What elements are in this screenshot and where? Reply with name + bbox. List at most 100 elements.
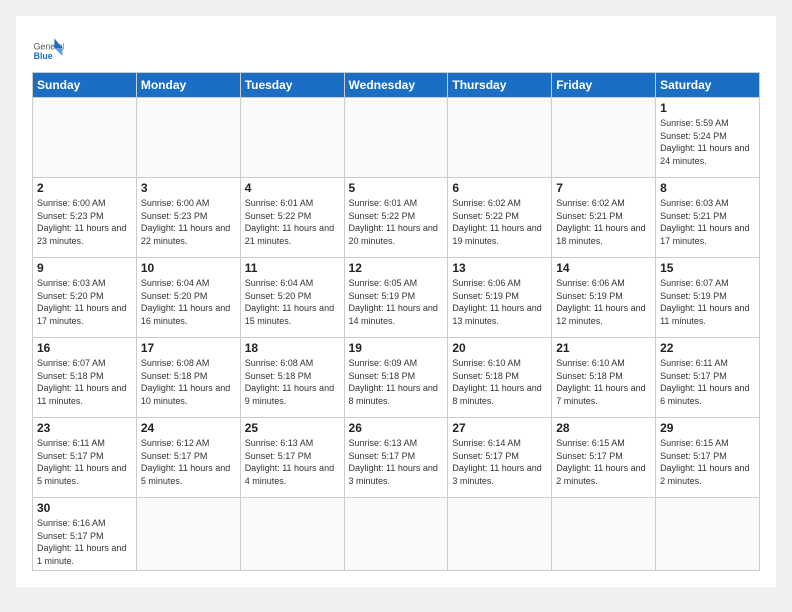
day-number: 6: [452, 181, 547, 195]
day-number: 21: [556, 341, 651, 355]
day-info: Sunrise: 6:16 AM Sunset: 5:17 PM Dayligh…: [37, 517, 132, 567]
day-number: 22: [660, 341, 755, 355]
header: General Blue: [32, 32, 760, 64]
calendar-cell: 6 Sunrise: 6:02 AM Sunset: 5:22 PM Daylig…: [448, 178, 552, 258]
day-number: 11: [245, 261, 340, 275]
calendar-cell: 7 Sunrise: 6:02 AM Sunset: 5:21 PM Daylig…: [552, 178, 656, 258]
day-info: Sunrise: 6:15 AM Sunset: 5:17 PM Dayligh…: [660, 437, 755, 487]
calendar-cell: 30 Sunrise: 6:16 AM Sunset: 5:17 PM Dayli…: [33, 498, 137, 571]
day-info: Sunrise: 6:01 AM Sunset: 5:22 PM Dayligh…: [349, 197, 444, 247]
day-number: 29: [660, 421, 755, 435]
day-info: Sunrise: 6:02 AM Sunset: 5:21 PM Dayligh…: [556, 197, 651, 247]
calendar-cell: 10 Sunrise: 6:04 AM Sunset: 5:20 PM Dayli…: [136, 258, 240, 338]
calendar-cell: [448, 98, 552, 178]
calendar-cell: 23 Sunrise: 6:11 AM Sunset: 5:17 PM Dayli…: [33, 418, 137, 498]
day-info: Sunrise: 6:02 AM Sunset: 5:22 PM Dayligh…: [452, 197, 547, 247]
day-info: Sunrise: 6:11 AM Sunset: 5:17 PM Dayligh…: [37, 437, 132, 487]
calendar-cell: 18Sunrise: 6:08 AM Sunset: 5:18 PM Dayli…: [240, 338, 344, 418]
calendar-cell: 3Sunrise: 6:00 AM Sunset: 5:23 PM Daylig…: [136, 178, 240, 258]
calendar-cell: 28 Sunrise: 6:15 AM Sunset: 5:17 PM Dayli…: [552, 418, 656, 498]
weekday-header-row: SundayMondayTuesdayWednesdayThursdayFrid…: [33, 73, 760, 98]
day-info: Sunrise: 6:09 AM Sunset: 5:18 PM Dayligh…: [349, 357, 444, 407]
day-info: Sunrise: 6:08 AM Sunset: 5:18 PM Dayligh…: [141, 357, 236, 407]
calendar-cell: [240, 498, 344, 571]
weekday-header-saturday: Saturday: [656, 73, 760, 98]
calendar-cell: [136, 498, 240, 571]
day-number: 26: [349, 421, 444, 435]
day-info: Sunrise: 6:13 AM Sunset: 5:17 PM Dayligh…: [349, 437, 444, 487]
svg-text:Blue: Blue: [34, 51, 53, 61]
calendar-cell: 22 Sunrise: 6:11 AM Sunset: 5:17 PM Dayli…: [656, 338, 760, 418]
calendar-cell: 20 Sunrise: 6:10 AM Sunset: 5:18 PM Dayli…: [448, 338, 552, 418]
day-info: Sunrise: 6:14 AM Sunset: 5:17 PM Dayligh…: [452, 437, 547, 487]
calendar-cell: 24 Sunrise: 6:12 AM Sunset: 5:17 PM Dayli…: [136, 418, 240, 498]
day-number: 13: [452, 261, 547, 275]
calendar-cell: 5 Sunrise: 6:01 AM Sunset: 5:22 PM Daylig…: [344, 178, 448, 258]
day-info: Sunrise: 6:13 AM Sunset: 5:17 PM Dayligh…: [245, 437, 340, 487]
day-number: 28: [556, 421, 651, 435]
logo: General Blue: [32, 32, 64, 64]
day-info: Sunrise: 6:15 AM Sunset: 5:17 PM Dayligh…: [556, 437, 651, 487]
day-info: Sunrise: 6:12 AM Sunset: 5:17 PM Dayligh…: [141, 437, 236, 487]
calendar-cell: 17 Sunrise: 6:08 AM Sunset: 5:18 PM Dayli…: [136, 338, 240, 418]
day-number: 7: [556, 181, 651, 195]
day-info: Sunrise: 6:11 AM Sunset: 5:17 PM Dayligh…: [660, 357, 755, 407]
calendar-cell: [344, 98, 448, 178]
day-number: 24: [141, 421, 236, 435]
day-number: 19: [349, 341, 444, 355]
calendar-cell: 1 Sunrise: 5:59 AM Sunset: 5:24 PM Daylig…: [656, 98, 760, 178]
day-info: Sunrise: 6:05 AM Sunset: 5:19 PM Dayligh…: [349, 277, 444, 327]
day-number: 30: [37, 501, 132, 515]
day-info: Sunrise: 6:03 AM Sunset: 5:21 PM Dayligh…: [660, 197, 755, 247]
day-number: 17: [141, 341, 236, 355]
day-info: Sunrise: 6:07 AM Sunset: 5:18 PM Dayligh…: [37, 357, 132, 407]
calendar-cell: [344, 498, 448, 571]
day-info: Sunrise: 6:06 AM Sunset: 5:19 PM Dayligh…: [452, 277, 547, 327]
calendar-cell: 21 Sunrise: 6:10 AM Sunset: 5:18 PM Dayli…: [552, 338, 656, 418]
weekday-header-friday: Friday: [552, 73, 656, 98]
calendar-page: General Blue SundayMondayTuesdayWednesda…: [16, 16, 776, 587]
day-info: Sunrise: 6:10 AM Sunset: 5:18 PM Dayligh…: [452, 357, 547, 407]
calendar-cell: [448, 498, 552, 571]
logo-icon: General Blue: [32, 32, 64, 64]
day-info: Sunrise: 6:06 AM Sunset: 5:19 PM Dayligh…: [556, 277, 651, 327]
day-number: 4: [245, 181, 340, 195]
calendar-cell: 8Sunrise: 6:03 AM Sunset: 5:21 PM Daylig…: [656, 178, 760, 258]
day-number: 2: [37, 181, 132, 195]
day-number: 20: [452, 341, 547, 355]
calendar-cell: 29 Sunrise: 6:15 AM Sunset: 5:17 PM Dayli…: [656, 418, 760, 498]
weekday-header-sunday: Sunday: [33, 73, 137, 98]
calendar-cell: [240, 98, 344, 178]
calendar-cell: 14Sunrise: 6:06 AM Sunset: 5:19 PM Dayli…: [552, 258, 656, 338]
day-number: 9: [37, 261, 132, 275]
day-number: 12: [349, 261, 444, 275]
day-number: 18: [245, 341, 340, 355]
calendar-cell: 19 Sunrise: 6:09 AM Sunset: 5:18 PM Dayli…: [344, 338, 448, 418]
day-number: 10: [141, 261, 236, 275]
day-info: Sunrise: 6:04 AM Sunset: 5:20 PM Dayligh…: [245, 277, 340, 327]
day-number: 23: [37, 421, 132, 435]
weekday-header-monday: Monday: [136, 73, 240, 98]
day-number: 16: [37, 341, 132, 355]
calendar-cell: 12 Sunrise: 6:05 AM Sunset: 5:19 PM Dayli…: [344, 258, 448, 338]
calendar-cell: 13 Sunrise: 6:06 AM Sunset: 5:19 PM Dayli…: [448, 258, 552, 338]
day-info: Sunrise: 6:03 AM Sunset: 5:20 PM Dayligh…: [37, 277, 132, 327]
calendar-cell: [136, 98, 240, 178]
day-info: Sunrise: 6:04 AM Sunset: 5:20 PM Dayligh…: [141, 277, 236, 327]
day-number: 5: [349, 181, 444, 195]
calendar-cell: [552, 98, 656, 178]
calendar-cell: 16 Sunrise: 6:07 AM Sunset: 5:18 PM Dayli…: [33, 338, 137, 418]
weekday-header-thursday: Thursday: [448, 73, 552, 98]
calendar-cell: 4Sunrise: 6:01 AM Sunset: 5:22 PM Daylig…: [240, 178, 344, 258]
calendar-cell: [552, 498, 656, 571]
weekday-header-wednesday: Wednesday: [344, 73, 448, 98]
calendar-cell: 25Sunrise: 6:13 AM Sunset: 5:17 PM Dayli…: [240, 418, 344, 498]
day-info: Sunrise: 5:59 AM Sunset: 5:24 PM Dayligh…: [660, 117, 755, 167]
day-info: Sunrise: 6:07 AM Sunset: 5:19 PM Dayligh…: [660, 277, 755, 327]
day-info: Sunrise: 6:10 AM Sunset: 5:18 PM Dayligh…: [556, 357, 651, 407]
calendar-cell: 2 Sunrise: 6:00 AM Sunset: 5:23 PM Daylig…: [33, 178, 137, 258]
day-number: 1: [660, 101, 755, 115]
day-info: Sunrise: 6:00 AM Sunset: 5:23 PM Dayligh…: [37, 197, 132, 247]
calendar-cell: [656, 498, 760, 571]
calendar-cell: 15Sunrise: 6:07 AM Sunset: 5:19 PM Dayli…: [656, 258, 760, 338]
